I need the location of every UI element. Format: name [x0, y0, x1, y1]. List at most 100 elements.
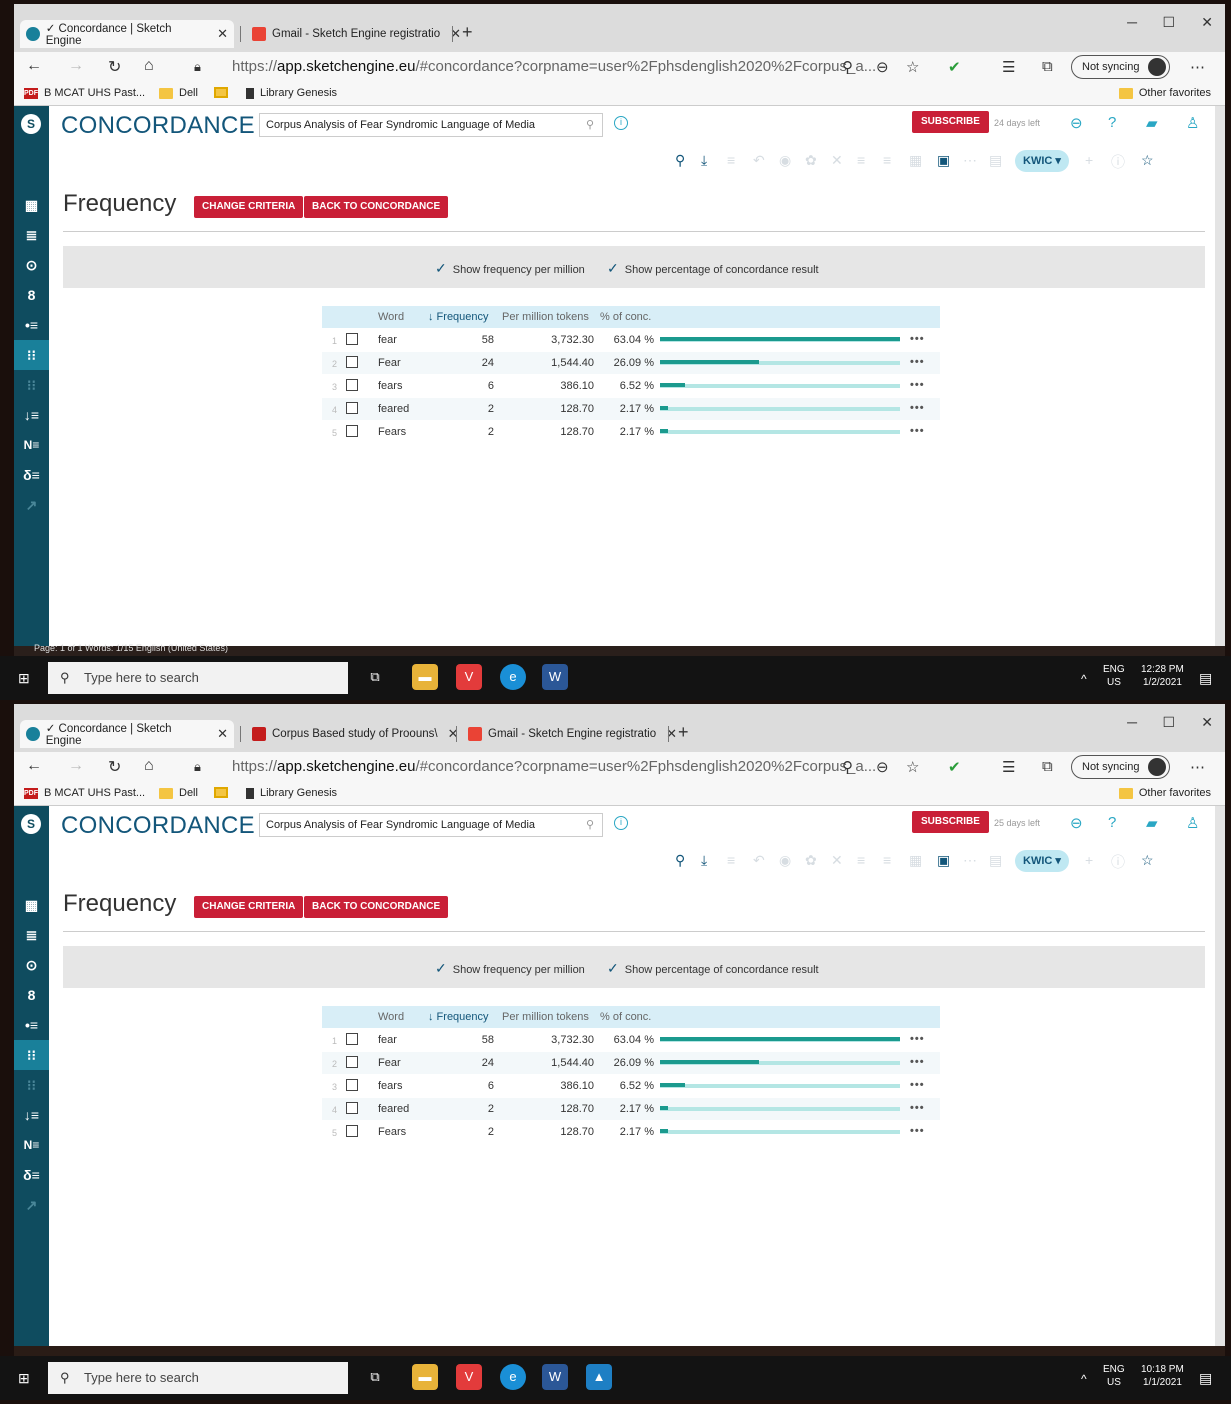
scrollbar[interactable] — [1215, 106, 1225, 646]
shuffle-icon[interactable]: ✕ — [831, 152, 843, 169]
row-menu-icon[interactable]: ••• — [910, 356, 925, 368]
vivaldi-icon[interactable]: V — [456, 664, 482, 690]
row-menu-icon[interactable]: ••• — [910, 379, 925, 391]
word-icon[interactable]: W — [542, 1364, 568, 1390]
photos-icon[interactable]: ▲ — [586, 1364, 612, 1390]
link-chain-icon[interactable]: ⊖ — [1070, 814, 1083, 832]
option-percentage[interactable]: ✓ Show percentage of concordance result — [607, 260, 819, 277]
help-icon[interactable]: ? — [1108, 814, 1116, 831]
minimize-icon[interactable]: ─ — [1127, 714, 1137, 730]
favorite-star-icon[interactable]: ☆ — [906, 58, 919, 76]
favorite-dell[interactable]: Dell — [159, 787, 198, 799]
feedback-icon[interactable]: ▰ — [1146, 814, 1158, 832]
user-icon[interactable]: ♙ — [1186, 114, 1199, 132]
close-window-icon[interactable]: ✕ — [1201, 14, 1213, 31]
row-menu-icon[interactable]: ••• — [910, 1056, 925, 1068]
add-icon[interactable]: + — [1085, 852, 1093, 868]
new-tab-button[interactable]: + — [678, 722, 689, 743]
tab-close-icon[interactable]: ✕ — [217, 26, 228, 42]
file-explorer-icon[interactable]: ▬ — [412, 1364, 438, 1390]
subscribe-button[interactable]: SUBSCRIBE — [912, 111, 989, 133]
sync-button[interactable]: Not syncing — [1071, 755, 1171, 779]
column-frequency[interactable]: ↓ Frequency — [428, 311, 489, 323]
view-options-icon[interactable]: ≡ — [727, 152, 735, 168]
ngrams-icon[interactable]: N≡ — [14, 1130, 49, 1160]
info-circle-icon[interactable]: ⓘ — [1111, 852, 1125, 872]
link-icon[interactable]: 8 — [14, 280, 49, 310]
column-per-million[interactable]: Per million tokens — [502, 1011, 589, 1023]
filter-icon[interactable]: ≡ — [883, 852, 891, 868]
sync-button[interactable]: Not syncing — [1071, 55, 1171, 79]
corpus-selector[interactable]: Corpus Analysis of Fear Syndromic Langua… — [259, 813, 603, 837]
tray-region[interactable]: US — [1107, 677, 1121, 688]
collections-icon[interactable]: ⧉ — [1042, 758, 1053, 775]
sort-lines-icon[interactable]: ≡ — [857, 852, 865, 868]
forward-icon[interactable]: → — [68, 57, 84, 75]
change-criteria-button[interactable]: CHANGE CRITERIA — [194, 896, 304, 918]
url-field[interactable]: https://app.sketchengine.eu/#concordance… — [232, 58, 876, 75]
row-word[interactable]: fear — [378, 1034, 397, 1046]
bullet-list-icon[interactable]: •≡ — [14, 1010, 49, 1040]
row-checkbox[interactable] — [346, 356, 358, 368]
edge-icon[interactable]: e — [500, 664, 526, 690]
lock-icon[interactable]: 🔒︎ — [194, 759, 201, 775]
star-icon[interactable]: ☆ — [1141, 152, 1154, 169]
user-icon[interactable]: ♙ — [1186, 814, 1199, 832]
visibility-icon[interactable]: ◉ — [779, 152, 791, 169]
column-frequency[interactable]: ↓ Frequency — [428, 1011, 489, 1023]
more-tools-icon[interactable]: ⋯ — [963, 852, 977, 869]
row-word[interactable]: fears — [378, 380, 402, 392]
taskbar-search[interactable]: ⚲ Type here to search — [48, 662, 348, 694]
kwic-view-dropdown[interactable]: KWIC ▾ — [1015, 150, 1069, 172]
list-icon[interactable]: ≣ — [14, 920, 49, 950]
sketch-engine-logo-icon[interactable]: S — [21, 114, 41, 134]
zoom-icon[interactable]: ⊖ — [876, 58, 889, 76]
task-view-icon[interactable]: ⧉ — [362, 664, 388, 690]
key-icon[interactable]: ⚲ — [842, 758, 853, 776]
more-icon[interactable]: ⋯ — [1190, 58, 1205, 76]
vivaldi-icon[interactable]: V — [456, 1364, 482, 1390]
target-icon[interactable]: ⊙ — [14, 950, 49, 980]
extension-icon[interactable]: ✔ — [948, 58, 961, 76]
sketch-engine-logo-icon[interactable]: S — [21, 814, 41, 834]
columns-icon[interactable]: ▦ — [909, 852, 922, 869]
star-icon[interactable]: ☆ — [1141, 852, 1154, 869]
download-icon[interactable]: ⤓ — [701, 152, 707, 169]
favorite-libgen[interactable]: Library Genesis — [246, 87, 337, 99]
trends-icon[interactable]: ↗ — [14, 490, 49, 520]
row-checkbox[interactable] — [346, 1102, 358, 1114]
file-explorer-icon[interactable]: ▬ — [412, 664, 438, 690]
sort-icon[interactable]: ↓≡ — [14, 400, 49, 430]
tab-3[interactable]: Gmail - Sketch Engine registratio ✕ — [462, 720, 683, 748]
zoom-icon[interactable]: ⊖ — [876, 758, 889, 776]
help-icon[interactable]: ? — [1108, 114, 1116, 131]
forward-icon[interactable]: → — [68, 757, 84, 775]
row-menu-icon[interactable]: ••• — [910, 1079, 925, 1091]
row-checkbox[interactable] — [346, 1079, 358, 1091]
info-circle-icon[interactable]: ⓘ — [1111, 152, 1125, 172]
dashboard-icon[interactable]: ▦ — [14, 190, 49, 220]
other-favorites[interactable]: Other favorites — [1118, 787, 1211, 799]
row-menu-icon[interactable]: ••• — [910, 1033, 925, 1045]
row-word[interactable]: feared — [378, 1103, 409, 1115]
bullet-list-icon[interactable]: •≡ — [14, 310, 49, 340]
home-icon[interactable]: ⌂ — [144, 757, 154, 775]
parallel-icon[interactable]: ⁝⁝ — [14, 370, 49, 400]
close-window-icon[interactable]: ✕ — [1201, 714, 1213, 731]
row-word[interactable]: fears — [378, 1080, 402, 1092]
favorite-dell[interactable]: Dell — [159, 87, 198, 99]
undo-icon[interactable]: ↶ — [753, 152, 765, 169]
more-icon[interactable]: ⋯ — [1190, 758, 1205, 776]
gdex-icon[interactable]: ✿ — [805, 852, 817, 869]
add-icon[interactable]: + — [1085, 152, 1093, 168]
tab-sketch-engine[interactable]: ✓ Concordance | Sketch Engine ✕ — [20, 20, 234, 48]
tray-lang[interactable]: ENG — [1103, 664, 1125, 675]
target-icon[interactable]: ⊙ — [14, 250, 49, 280]
search-icon[interactable]: ⚲ — [586, 114, 594, 136]
change-criteria-button[interactable]: CHANGE CRITERIA — [194, 196, 304, 218]
notifications-icon[interactable]: ▤ — [1199, 1370, 1212, 1387]
lock-icon[interactable]: 🔒︎ — [194, 59, 201, 75]
option-frequency-per-million[interactable]: ✓ Show frequency per million — [435, 960, 585, 977]
search-icon[interactable]: ⚲ — [675, 852, 685, 869]
row-checkbox[interactable] — [346, 333, 358, 345]
